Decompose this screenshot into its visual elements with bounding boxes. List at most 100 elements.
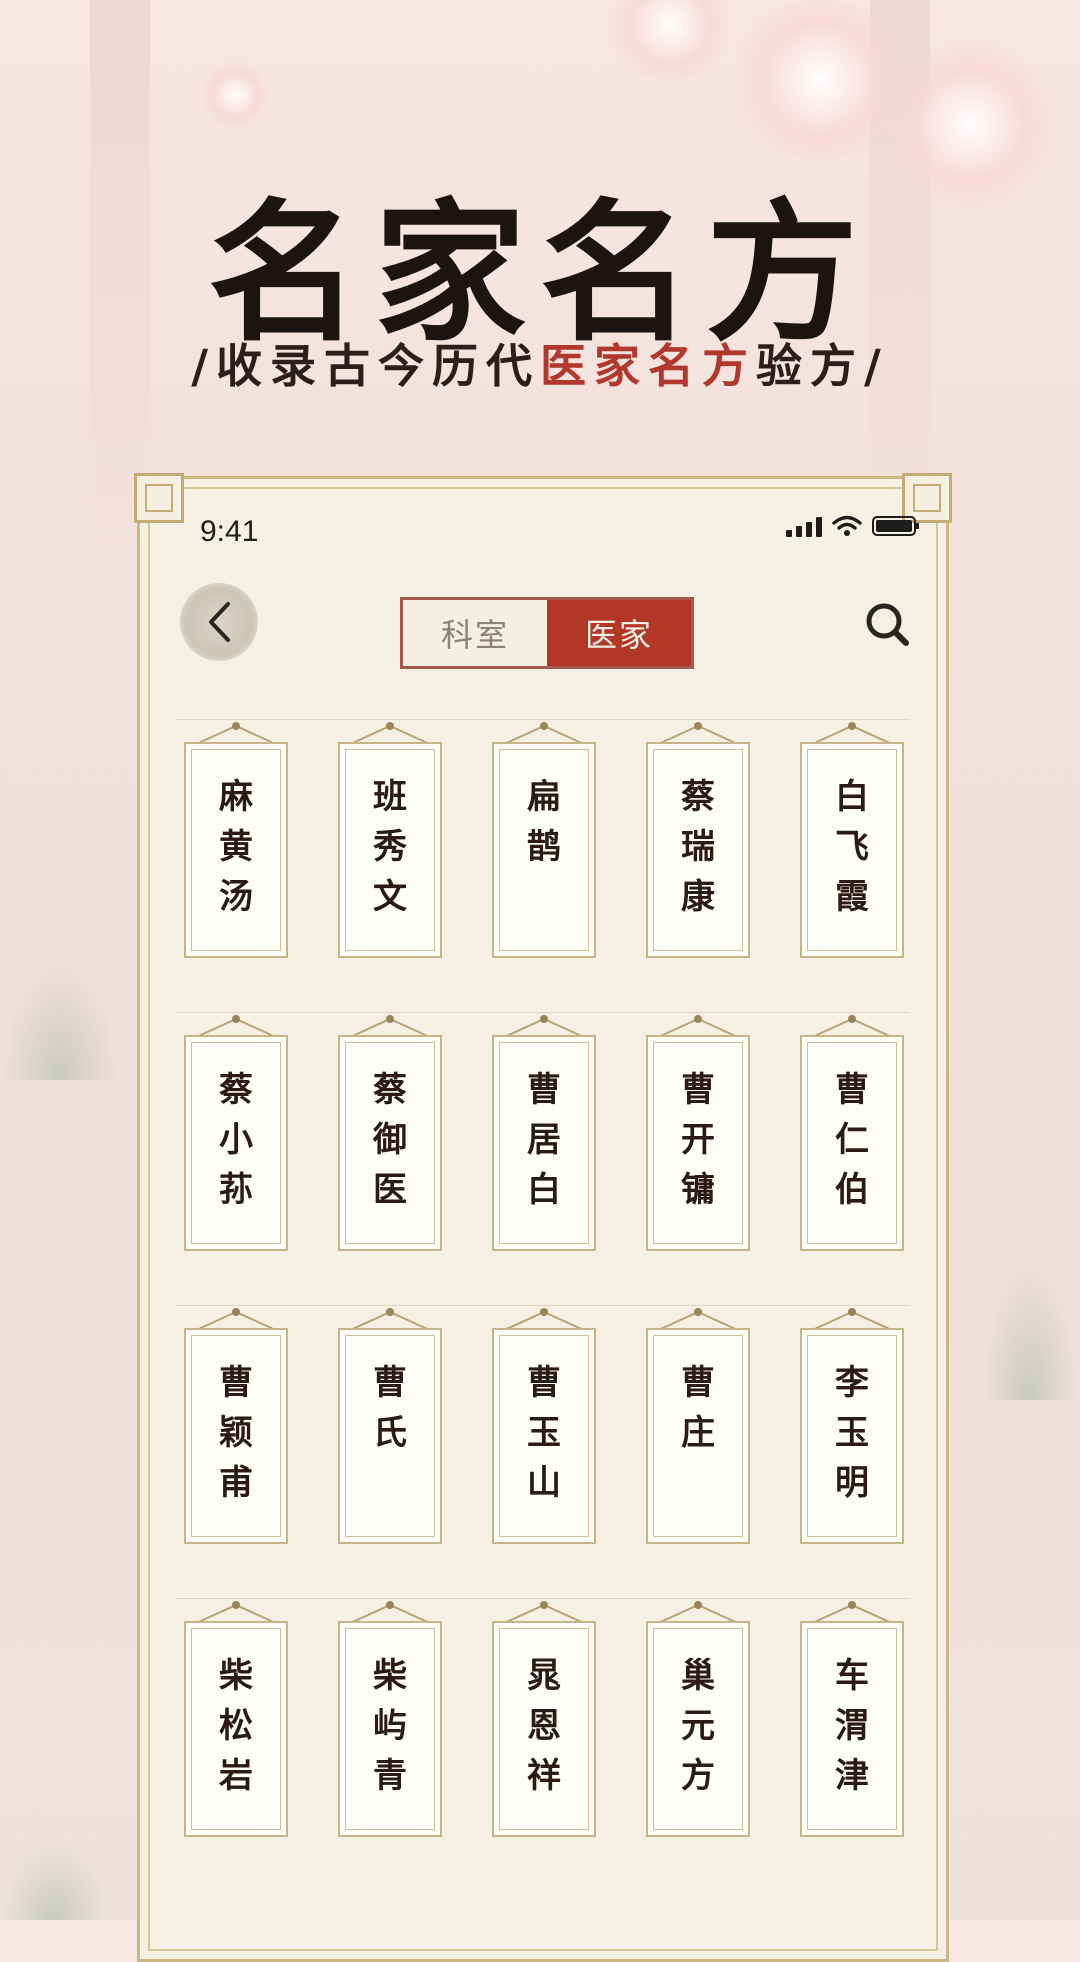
physician-card[interactable]: 曹居白 [492,1013,596,1251]
name-char: 屿 [373,1706,407,1746]
physician-card[interactable]: 蔡瑞康 [646,720,750,958]
subtitle-prefix: /收录古今历代 [191,339,540,393]
tab-department[interactable]: 科室 [403,600,547,666]
physician-name: 蔡瑞康 [646,742,750,958]
name-char: 蔡 [373,1070,407,1110]
physician-card[interactable]: 李玉明 [800,1306,904,1544]
name-char: 文 [373,877,407,917]
physician-card[interactable]: 柴松岩 [184,1599,288,1837]
name-char: 仁 [835,1120,869,1160]
name-char: 柴 [373,1656,407,1696]
physician-card[interactable]: 曹氏 [338,1306,442,1544]
physician-name: 曹氏 [338,1328,442,1544]
name-char: 氏 [373,1413,407,1453]
category-switch: 科室 医家 [400,597,694,669]
name-char: 班 [373,777,407,817]
name-char: 秀 [373,827,407,867]
physician-name: 曹居白 [492,1035,596,1251]
name-char: 蔡 [681,777,715,817]
grid-row: 柴松岩柴屿青晁恩祥巢元方车渭津 [176,1598,910,1891]
physician-name: 曹开镛 [646,1035,750,1251]
name-char: 白 [835,777,869,817]
name-char: 麻 [219,777,253,817]
wifi-icon [832,515,862,536]
hero-subtitle: /收录古今历代医家名方验方/ [0,330,1080,396]
search-button[interactable] [860,597,916,653]
name-char: 山 [527,1463,561,1503]
name-char: 曹 [373,1363,407,1403]
grid-row: 蔡小荪蔡御医曹居白曹开镛曹仁伯 [176,1012,910,1305]
name-char: 晁 [527,1656,561,1696]
name-char: 巢 [681,1656,715,1696]
name-char: 御 [373,1120,407,1160]
name-char: 渭 [835,1706,869,1746]
physician-card[interactable]: 曹开镛 [646,1013,750,1251]
physician-name: 扁鹊 [492,742,596,958]
physician-name: 柴屿青 [338,1621,442,1837]
name-char: 玉 [835,1413,869,1453]
physician-card[interactable]: 柴屿青 [338,1599,442,1837]
name-char: 松 [219,1706,253,1746]
physician-card[interactable]: 麻黄汤 [184,720,288,958]
physician-name: 李玉明 [800,1328,904,1544]
frame-corner-ornament [134,473,184,523]
name-char: 青 [373,1756,407,1796]
name-char: 蔡 [219,1070,253,1110]
name-char: 李 [835,1363,869,1403]
name-char: 镛 [681,1170,715,1210]
name-char: 曹 [681,1070,715,1110]
phone-frame: 9:41 科室 医家 麻黄汤班秀文扁鹊蔡瑞康白飞霞蔡小荪蔡御医曹居白曹开镛曹仁伯… [134,473,952,1962]
physician-card[interactable]: 蔡小荪 [184,1013,288,1251]
physician-name: 麻黄汤 [184,742,288,958]
subtitle-suffix: 验方/ [756,339,889,393]
name-char: 津 [835,1756,869,1796]
physician-name: 曹庄 [646,1328,750,1544]
name-char: 元 [681,1706,715,1746]
tab-physician[interactable]: 医家 [547,600,691,666]
physician-name: 白飞霞 [800,742,904,958]
physician-card[interactable]: 曹颖甫 [184,1306,288,1544]
physician-name: 车渭津 [800,1621,904,1837]
name-char: 车 [835,1656,869,1696]
back-button[interactable] [180,583,258,661]
physician-name: 曹玉山 [492,1328,596,1544]
grid-row: 曹颖甫曹氏曹玉山曹庄李玉明 [176,1305,910,1598]
physician-card[interactable]: 扁鹊 [492,720,596,958]
grid-row: 麻黄汤班秀文扁鹊蔡瑞康白飞霞 [176,719,910,1012]
name-char: 方 [681,1756,715,1796]
physician-card[interactable]: 巢元方 [646,1599,750,1837]
physician-name: 柴松岩 [184,1621,288,1837]
physician-card[interactable]: 车渭津 [800,1599,904,1837]
signal-icon [786,515,822,537]
name-char: 医 [373,1170,407,1210]
physician-name: 曹仁伯 [800,1035,904,1251]
subtitle-highlight: 医家名方 [540,339,756,393]
physician-card[interactable]: 蔡御医 [338,1013,442,1251]
name-char: 瑞 [681,827,715,867]
name-char: 玉 [527,1413,561,1453]
name-char: 鹊 [527,827,561,867]
status-icons [786,515,919,537]
name-char: 开 [681,1120,715,1160]
physician-card[interactable]: 班秀文 [338,720,442,958]
physician-card[interactable]: 曹庄 [646,1306,750,1544]
physician-card[interactable]: 白飞霞 [800,720,904,958]
physician-card[interactable]: 曹玉山 [492,1306,596,1544]
name-char: 居 [527,1120,561,1160]
name-char: 庄 [681,1413,715,1453]
physician-name: 班秀文 [338,742,442,958]
battery-icon [872,516,919,536]
name-char: 曹 [835,1070,869,1110]
physician-card[interactable]: 晁恩祥 [492,1599,596,1837]
name-char: 曹 [219,1363,253,1403]
name-char: 汤 [219,877,253,917]
name-char: 甫 [219,1463,253,1503]
physician-grid: 麻黄汤班秀文扁鹊蔡瑞康白飞霞蔡小荪蔡御医曹居白曹开镛曹仁伯曹颖甫曹氏曹玉山曹庄李… [176,719,910,1891]
physician-card[interactable]: 曹仁伯 [800,1013,904,1251]
chevron-left-icon [209,602,230,642]
physician-name: 蔡御医 [338,1035,442,1251]
name-char: 颖 [219,1413,253,1453]
name-char: 伯 [835,1170,869,1210]
name-char: 曹 [527,1363,561,1403]
name-char: 恩 [527,1706,561,1746]
